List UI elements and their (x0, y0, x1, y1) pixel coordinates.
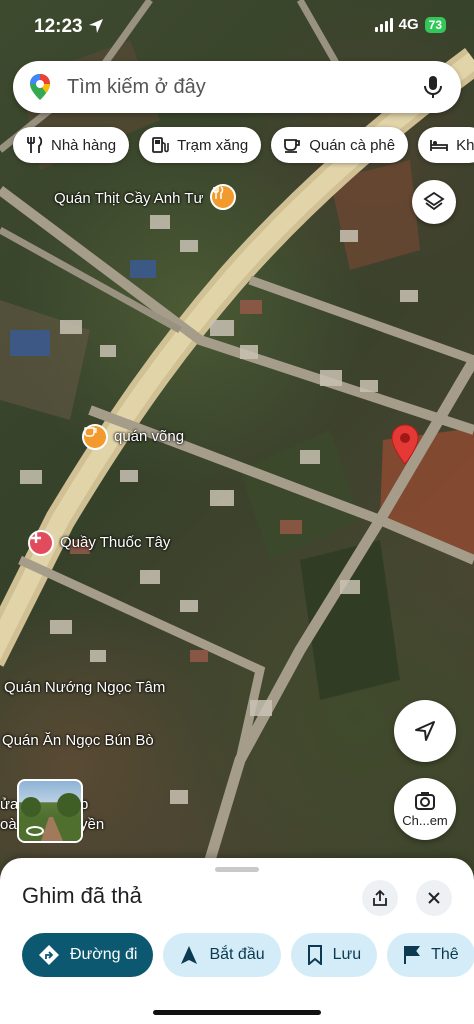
share-button[interactable] (362, 880, 398, 916)
restaurant-poi-icon[interactable] (210, 184, 236, 210)
chip-label: Trạm xăng (177, 136, 249, 154)
place-label-quan-vong[interactable]: quán võng (114, 428, 184, 445)
signal-icon (374, 17, 393, 32)
chip-label: Quán cà phê (309, 136, 396, 154)
chip-gas-stations[interactable]: Trạm xăng (139, 127, 262, 163)
search-input[interactable]: Tìm kiếm ở đây (67, 76, 423, 99)
save-button[interactable]: Lưu (290, 933, 378, 977)
street-view-thumbnail[interactable] (17, 779, 83, 843)
sheet-title: Ghim đã thả (22, 883, 142, 908)
directions-button[interactable]: Đường đi (22, 933, 154, 977)
network-type: 4G (398, 16, 419, 33)
battery-icon: 73 (424, 16, 446, 33)
place-label-fragment-1[interactable]: ửa (0, 796, 18, 813)
layers-button[interactable] (412, 180, 456, 224)
close-button[interactable] (416, 880, 452, 916)
sheet-grab-handle[interactable] (215, 867, 259, 872)
status-right: 4G 73 (374, 16, 446, 33)
chip-label: Nhà hàng (51, 136, 117, 154)
label-label: Thê (431, 946, 459, 963)
place-label-fragment-2[interactable]: oà (0, 816, 17, 833)
label-button[interactable]: Thê (387, 933, 474, 977)
category-chips: Nhà hàng Trạm xăng Quán cà phê Kh (13, 127, 474, 163)
navigation-arrow-icon (181, 946, 198, 964)
place-label-quan-an-bun-bo[interactable]: Quán Ăn Ngọc Bún Bò (2, 732, 154, 749)
google-maps-logo-icon (30, 74, 50, 100)
bookmark-icon (307, 945, 322, 965)
camera-icon (415, 791, 435, 810)
save-label: Lưu (332, 946, 362, 963)
share-icon (373, 889, 387, 906)
microphone-icon[interactable] (423, 75, 443, 99)
cafe-poi-icon[interactable] (82, 424, 108, 450)
directions-label: Đường đi (70, 946, 138, 963)
directions-icon (39, 945, 59, 965)
flag-icon (404, 946, 421, 964)
location-arrow-icon (89, 19, 103, 33)
home-indicator[interactable] (153, 1010, 321, 1015)
bed-icon (430, 140, 449, 151)
coffee-cup-icon (284, 139, 301, 153)
chip-coffee[interactable]: Quán cà phê (271, 127, 409, 163)
action-buttons: Đường đi Bắt đầu Lưu Thê (22, 933, 474, 977)
status-bar: 12:23 4G 73 (0, 0, 474, 54)
fork-knife-icon (27, 136, 43, 153)
street-view-image (19, 793, 81, 841)
start-label: Bắt đầu (209, 946, 265, 963)
place-label-quay-thuoc-tay[interactable]: Quầy Thuốc Tây (60, 534, 170, 551)
navigation-arrow-icon (415, 721, 435, 741)
dropped-pin-icon[interactable] (390, 424, 420, 466)
status-time: 12:23 (34, 16, 83, 37)
layers-icon (423, 191, 445, 211)
chip-restaurants[interactable]: Nhà hàng (13, 127, 130, 163)
close-icon (428, 892, 440, 904)
start-button[interactable]: Bắt đầu (163, 933, 281, 977)
place-label-quan-nuong[interactable]: Quán Nướng Ngọc Tâm (4, 679, 165, 696)
camera-search-button[interactable]: Ch...em (394, 778, 456, 840)
chip-hotels[interactable]: Kh (418, 127, 474, 163)
place-label-quan-thit-cay[interactable]: Quán Thịt Cầy Anh Tư (54, 190, 204, 207)
camera-label: Ch...em (402, 812, 448, 828)
my-location-button[interactable] (394, 700, 456, 762)
chip-label: Kh (456, 136, 474, 154)
search-bar[interactable]: Tìm kiếm ở đây (13, 61, 461, 113)
pharmacy-poi-icon[interactable] (28, 530, 54, 556)
gas-station-icon (152, 137, 169, 153)
place-label-fragment-4[interactable]: yền (80, 816, 104, 833)
